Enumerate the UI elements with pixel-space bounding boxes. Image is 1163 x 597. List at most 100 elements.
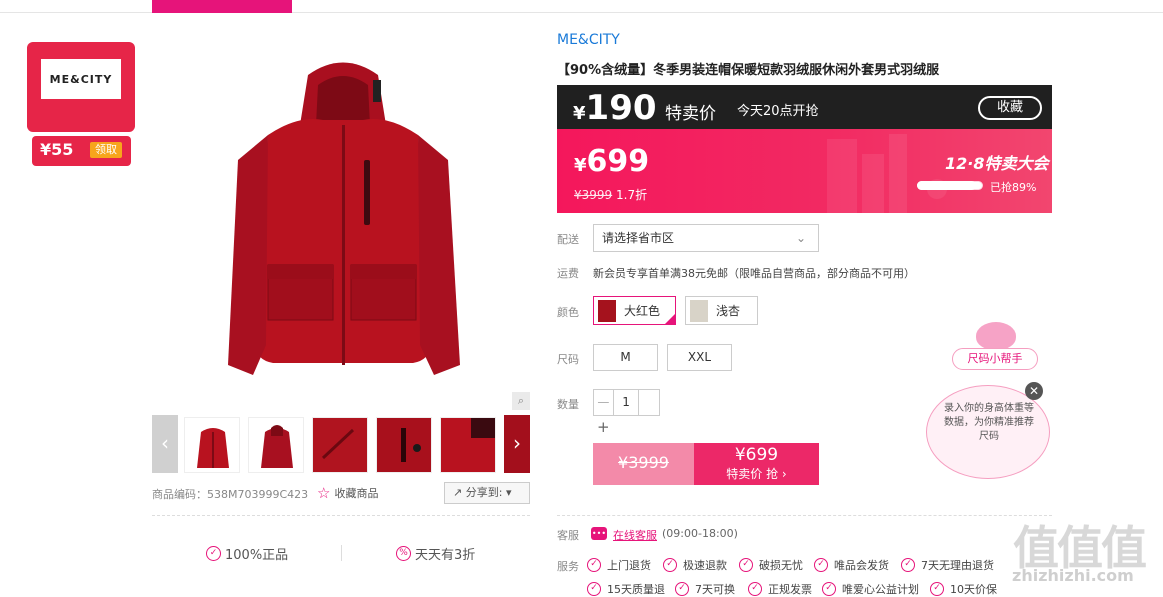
color-name: 浅杏 — [716, 304, 741, 318]
brand-link[interactable]: ME&CITY — [557, 32, 620, 48]
original-price: ¥3999 — [618, 453, 669, 472]
product-title: 【90%含绒量】冬季男装连帽保暖短款羽绒服休闲外套男式羽绒服 — [557, 63, 940, 78]
buy-button[interactable]: ¥3999 ¥699 特卖价 抢 › — [593, 443, 819, 485]
thumbnail-next-button[interactable]: › — [504, 415, 530, 473]
original-price-discount: ¥3999 1.7折 — [574, 186, 647, 203]
buy-label-text: 特卖价 抢 — [726, 467, 779, 481]
current-price: ¥699 — [574, 144, 649, 179]
services-label: 服务 — [557, 560, 579, 573]
buy-now-button[interactable]: ¥699 特卖价 抢 › — [694, 443, 819, 485]
service-text: 唯品会发货 — [834, 559, 889, 572]
watermark-url: zhizhizhi.com — [1012, 566, 1134, 585]
quantity-decrease-button[interactable]: — — [594, 390, 614, 415]
shipping-info: 新会员专享首单满38元免邮（限唯品自营商品，部分商品不可用） — [593, 267, 915, 280]
check-circle-icon: ✓ — [663, 558, 677, 572]
chevron-down-icon: ▾ — [505, 486, 512, 499]
service-text: 7天可换 — [695, 583, 735, 596]
size-option-m[interactable]: M — [593, 344, 658, 371]
share-icon: ↗ — [453, 486, 463, 499]
check-circle-icon: ✓ — [748, 582, 762, 596]
guarantee-label: 100%正品 — [225, 548, 289, 563]
service-item: ✓ 7天无理由退货 — [901, 557, 994, 573]
main-product-image[interactable] — [198, 45, 488, 395]
shipping-label: 运费 — [557, 267, 579, 280]
thumbnail[interactable] — [376, 417, 432, 473]
thumbnail[interactable] — [248, 417, 304, 473]
chevron-right-icon: › — [781, 467, 787, 481]
check-circle-icon: ✓ — [814, 558, 828, 572]
buy-price: ¥699 — [734, 445, 779, 465]
online-service-link[interactable]: 在线客服 — [613, 527, 657, 543]
magnifier-icon[interactable]: ⌕ — [512, 392, 530, 410]
thumbnail-prev-button[interactable]: ‹ — [152, 415, 178, 473]
coupon-amount: ¥55 — [40, 140, 74, 159]
service-item: ✓ 10天价保 — [930, 581, 997, 597]
delivery-label: 配送 — [557, 233, 579, 246]
divider — [341, 545, 342, 561]
favorite-label: 收藏商品 — [334, 487, 379, 500]
customer-service-label: 客服 — [557, 529, 579, 542]
service-text: 上门退货 — [607, 559, 651, 572]
service-text: 10天价保 — [950, 583, 997, 596]
thumbnail[interactable] — [312, 417, 368, 473]
buy-label: 特卖价 抢 › — [694, 466, 819, 482]
service-hours: (09:00-18:00) — [662, 527, 738, 540]
brand-logo: ME&CITY — [41, 59, 121, 99]
share-label: 分享到: — [465, 486, 503, 499]
close-icon[interactable]: ✕ — [1025, 382, 1043, 400]
favorite-button[interactable]: 收藏 — [978, 96, 1042, 120]
quantity-spacer — [639, 390, 659, 415]
divider — [557, 515, 1052, 516]
guarantee-discount: % 天天有3折 — [396, 544, 475, 563]
service-text: 7天无理由退货 — [921, 559, 994, 572]
discount-rate: 1.7折 — [616, 188, 648, 202]
region-select[interactable]: 请选择省市区 ⌄ — [593, 224, 819, 252]
color-option-apricot[interactable]: 浅杏 — [685, 296, 758, 325]
currency-symbol: ¥ — [574, 155, 587, 176]
quantity-increase-button[interactable]: + — [597, 418, 610, 436]
active-tab-indicator — [152, 0, 292, 13]
check-circle-icon: ✓ — [901, 558, 915, 572]
service-item: ✓ 唯品会发货 — [814, 557, 889, 573]
chevron-down-icon: ⌄ — [795, 231, 806, 245]
service-text: 正规发票 — [768, 583, 812, 596]
quantity-label: 数量 — [557, 398, 579, 411]
check-circle-icon: ✓ — [587, 558, 601, 572]
service-item: ✓ 正规发票 — [748, 581, 812, 597]
sold-percent: 已抢89% — [990, 181, 1037, 194]
share-dropdown[interactable]: ↗ 分享到: ▾ — [444, 482, 530, 504]
service-text: 破损无忧 — [759, 559, 803, 572]
thumbnail[interactable] — [184, 417, 240, 473]
selected-check-icon — [664, 313, 676, 325]
service-item: ✓ 破损无忧 — [739, 557, 803, 573]
size-helper-text: 录入你的身高体重等数据，为你精准推荐尺码 — [944, 403, 1034, 442]
favorite-product[interactable]: ☆ 收藏商品 — [317, 484, 378, 502]
color-name: 大红色 — [624, 304, 661, 318]
divider — [152, 515, 530, 516]
shield-icon: ✓ — [206, 546, 221, 561]
special-price: ¥190 — [573, 88, 657, 128]
service-text: 极速退款 — [683, 559, 727, 572]
size-option-xxl[interactable]: XXL — [667, 344, 732, 371]
quantity-stepper[interactable]: — 1 — [593, 389, 660, 416]
check-circle-icon: ✓ — [739, 558, 753, 572]
color-label: 颜色 — [557, 306, 579, 319]
check-circle-icon: ✓ — [675, 582, 689, 596]
check-circle-icon: ✓ — [822, 582, 836, 596]
coupon-get-button[interactable]: 领取 — [90, 142, 122, 158]
service-item: ✓ 15天质量退 — [587, 581, 665, 597]
guarantee-label: 天天有3折 — [415, 548, 476, 563]
quantity-input[interactable]: 1 — [614, 390, 640, 415]
sold-progress-fill — [917, 181, 976, 190]
star-icon: ☆ — [317, 484, 331, 502]
product-code: 商品编码：538M703999C423 — [152, 488, 309, 501]
buy-original-price: ¥3999 — [593, 443, 694, 485]
size-helper-tag[interactable]: 尺码小帮手 — [952, 348, 1038, 370]
service-item: ✓ 极速退款 — [663, 557, 727, 573]
thumbnail[interactable] — [440, 417, 496, 473]
event-label: 12·8特卖大会 — [945, 154, 1049, 173]
special-price-label: 特卖价 — [665, 104, 716, 124]
service-item: ✓ 唯爱心公益计划 — [822, 581, 919, 597]
special-price-value: 190 — [585, 88, 657, 128]
mascot-icon — [976, 322, 1016, 350]
